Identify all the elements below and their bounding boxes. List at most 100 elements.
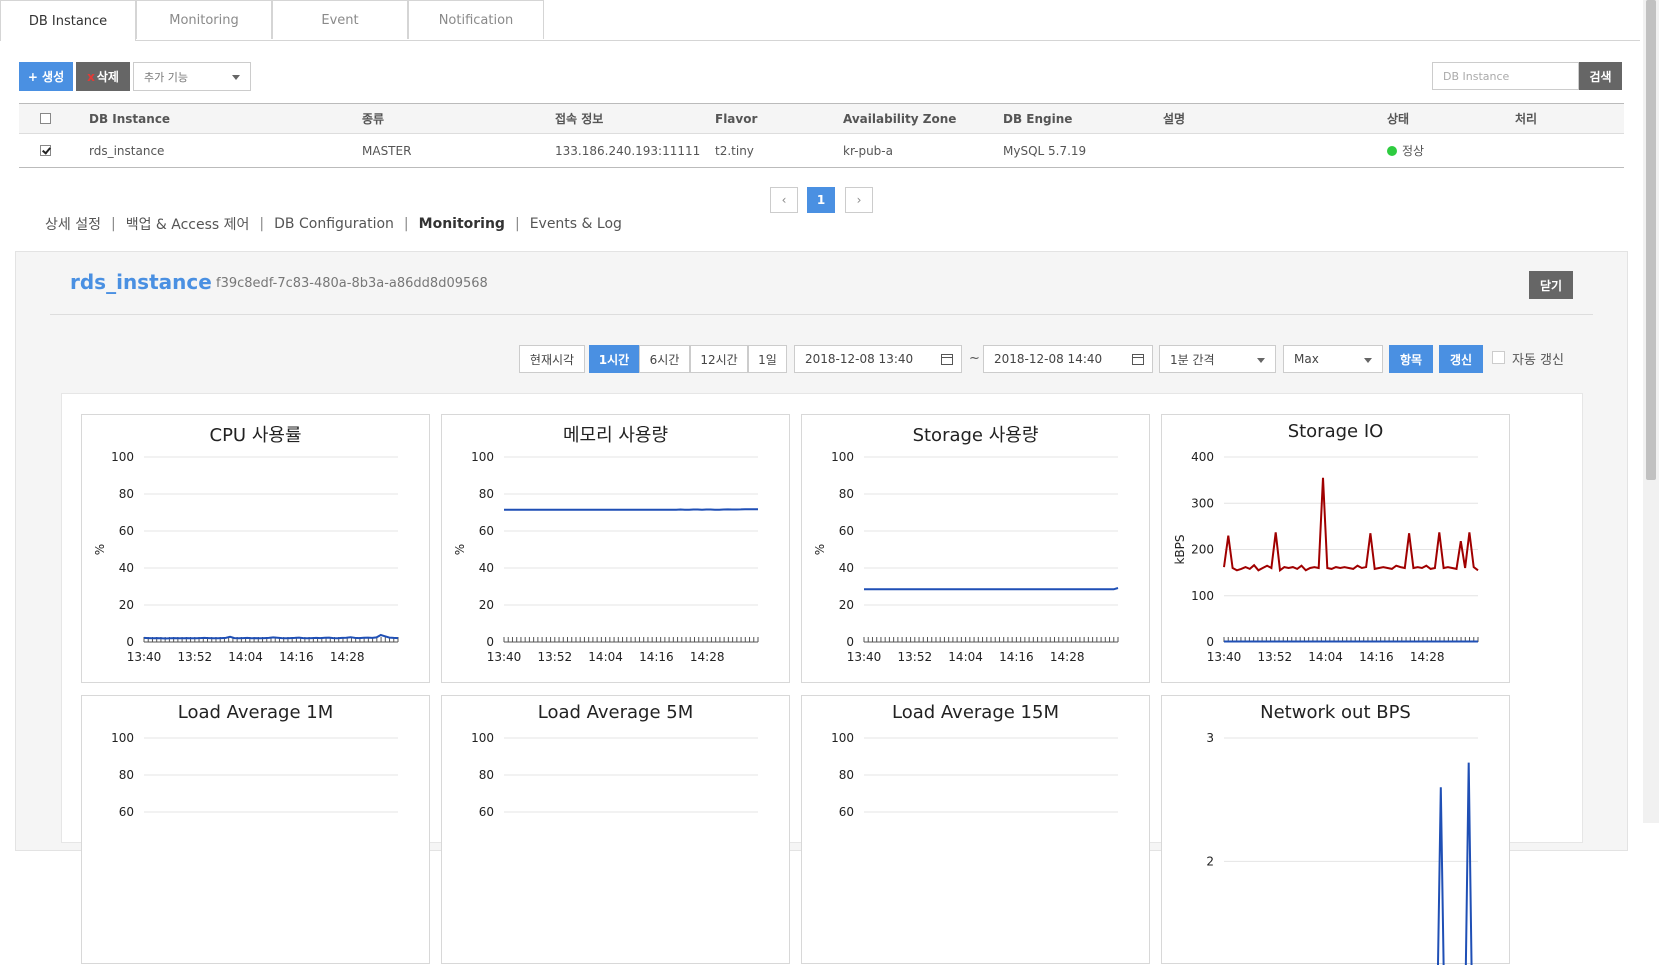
scrollbar-thumb[interactable] (1646, 0, 1656, 480)
page-1-button[interactable]: 1 (807, 187, 835, 213)
x-tick-label: 13:52 (1258, 650, 1293, 664)
y-tick-label: 0 (126, 635, 134, 649)
y-tick-label: 0 (1206, 635, 1214, 649)
memory-chart: 0 20 40 60 80 100% 13:40 13:52 14:04 14:16 14:28 (453, 450, 759, 664)
x-tick-label: 14:28 (690, 650, 725, 664)
header-status[interactable]: 상태 (1387, 104, 1409, 133)
y-tick-label: 0 (486, 635, 494, 649)
prev-page-button[interactable]: ‹ (770, 187, 798, 213)
table-header: DB Instance 종류 접속 정보 Flavor Availability… (19, 104, 1624, 134)
x-tick-label: 14:16 (279, 650, 314, 664)
close-button[interactable]: 닫기 (1529, 271, 1573, 299)
cell-type: MASTER (362, 143, 412, 158)
table-row[interactable]: rds_instance MASTER 133.186.240.193:1111… (19, 134, 1624, 167)
chevron-down-icon (232, 75, 240, 80)
y-tick-label: 200 (1191, 543, 1214, 557)
y-tick-label: 100 (1191, 589, 1214, 603)
calendar-icon[interactable] (1132, 354, 1144, 365)
load-15m-chart: 60 80 100 (831, 731, 1118, 819)
cell-az: kr-pub-a (843, 143, 893, 158)
y-tick-label: 60 (839, 524, 854, 538)
header-flavor[interactable]: Flavor (715, 104, 757, 133)
select-all-checkbox[interactable] (40, 113, 51, 124)
x-tick-label: 14:16 (1359, 650, 1394, 664)
network-out-chart: 23 (1206, 731, 1478, 965)
subtab-monitoring[interactable]: Monitoring (419, 216, 505, 232)
range-12h-button[interactable]: 12시간 (690, 345, 748, 373)
range-1d-button[interactable]: 1일 (748, 345, 787, 373)
x-tick-label: 14:28 (1410, 650, 1445, 664)
detail-subtabs: 상세 설정 | 백업 & Access 제어 | DB Configuratio… (45, 214, 622, 234)
x-tick-label: 14:04 (1308, 650, 1343, 664)
extra-function-select[interactable]: 추가 기능 (133, 62, 251, 91)
series-line (1223, 477, 1479, 573)
create-button[interactable]: + 생성 (19, 62, 73, 91)
next-page-button[interactable]: › (845, 187, 873, 213)
y-tick-label: 60 (479, 805, 494, 819)
chevron-down-icon (1364, 358, 1372, 363)
chart-card-load-1m: Load Average 1M 60 80 100 (81, 695, 430, 964)
y-tick-label: 300 (1191, 496, 1214, 510)
start-date-input[interactable]: 2018-12-08 13:40 (794, 345, 962, 373)
y-tick-label: 0 (846, 635, 854, 649)
y-tick-label: 80 (119, 768, 134, 782)
y-tick-label: 40 (119, 561, 134, 575)
y-tick-label: 100 (111, 731, 134, 745)
x-tick-label: 14:04 (948, 650, 983, 664)
x-tick-label: 14:28 (330, 650, 365, 664)
interval-select[interactable]: 1분 간격 (1159, 345, 1276, 373)
auto-refresh-label: 자동 갱신 (1512, 353, 1564, 368)
tab-event[interactable]: Event (272, 0, 408, 39)
load-1m-chart: 60 80 100 (111, 731, 398, 819)
range-1h-button[interactable]: 1시간 (589, 345, 639, 373)
subtab-separator: | (514, 216, 520, 232)
auto-refresh-checkbox[interactable] (1492, 351, 1505, 364)
y-tick-label: 100 (831, 731, 854, 745)
chart-card-network-out: Network out BPS 23 (1161, 695, 1510, 965)
tab-db-instance[interactable]: DB Instance (0, 0, 136, 41)
cell-flavor: t2.tiny (715, 143, 754, 158)
series-line (504, 508, 758, 511)
header-type[interactable]: 종류 (362, 104, 384, 133)
y-axis-label: kBPS (1173, 534, 1187, 564)
items-button[interactable]: 항목 (1389, 345, 1433, 373)
x-tick-label: 13:52 (538, 650, 573, 664)
x-tick-label: 13:40 (487, 650, 522, 664)
calendar-icon[interactable] (941, 354, 953, 365)
search-button[interactable]: 검색 (1579, 62, 1622, 90)
header-description[interactable]: 설명 (1163, 104, 1185, 133)
x-tick-label: 13:40 (1207, 650, 1242, 664)
page-scrollbar[interactable] (1643, 0, 1659, 823)
row-checkbox[interactable] (40, 145, 51, 156)
chart-card-load-5m: Load Average 5M 60 80 100 (441, 695, 790, 964)
subtab-events-log[interactable]: Events & Log (530, 216, 622, 232)
refresh-button[interactable]: 갱신 (1439, 345, 1483, 373)
subtab-separator: | (403, 216, 409, 232)
header-availability-zone[interactable]: Availability Zone (843, 104, 956, 133)
storage-chart: 0 20 40 60 80 100% 13:40 13:52 14:04 14:16 14:28 (813, 450, 1119, 664)
tab-notification[interactable]: Notification (408, 0, 544, 39)
end-date-input[interactable]: 2018-12-08 14:40 (983, 345, 1153, 373)
search-input[interactable]: DB Instance (1432, 62, 1579, 90)
y-tick-label: 20 (119, 598, 134, 612)
delete-button[interactable]: x 삭제 (76, 62, 130, 91)
current-time-button[interactable]: 현재시각 (519, 345, 585, 373)
subtab-db-configuration[interactable]: DB Configuration (274, 216, 394, 232)
subtab-detail-settings[interactable]: 상세 설정 (45, 214, 101, 234)
header-action[interactable]: 처리 (1515, 104, 1537, 133)
range-6h-button[interactable]: 6시간 (639, 345, 690, 373)
x-tick-label: 14:16 (999, 650, 1034, 664)
aggregate-select[interactable]: Max (1283, 345, 1383, 373)
y-tick-label: 40 (839, 561, 854, 575)
y-tick-label: 400 (1191, 450, 1214, 464)
y-tick-label: 80 (839, 768, 854, 782)
header-db-instance[interactable]: DB Instance (89, 104, 170, 133)
instance-table: DB Instance 종류 접속 정보 Flavor Availability… (19, 103, 1624, 168)
tab-monitoring[interactable]: Monitoring (136, 0, 272, 39)
top-tab-bar: DB Instance Monitoring Event Notificatio… (0, 0, 1640, 41)
subtab-backup-access[interactable]: 백업 & Access 제어 (126, 214, 250, 234)
y-tick-label: 100 (471, 450, 494, 464)
header-endpoint[interactable]: 접속 정보 (555, 104, 603, 133)
header-db-engine[interactable]: DB Engine (1003, 104, 1072, 133)
instance-name-title: rds_instance (70, 270, 212, 294)
